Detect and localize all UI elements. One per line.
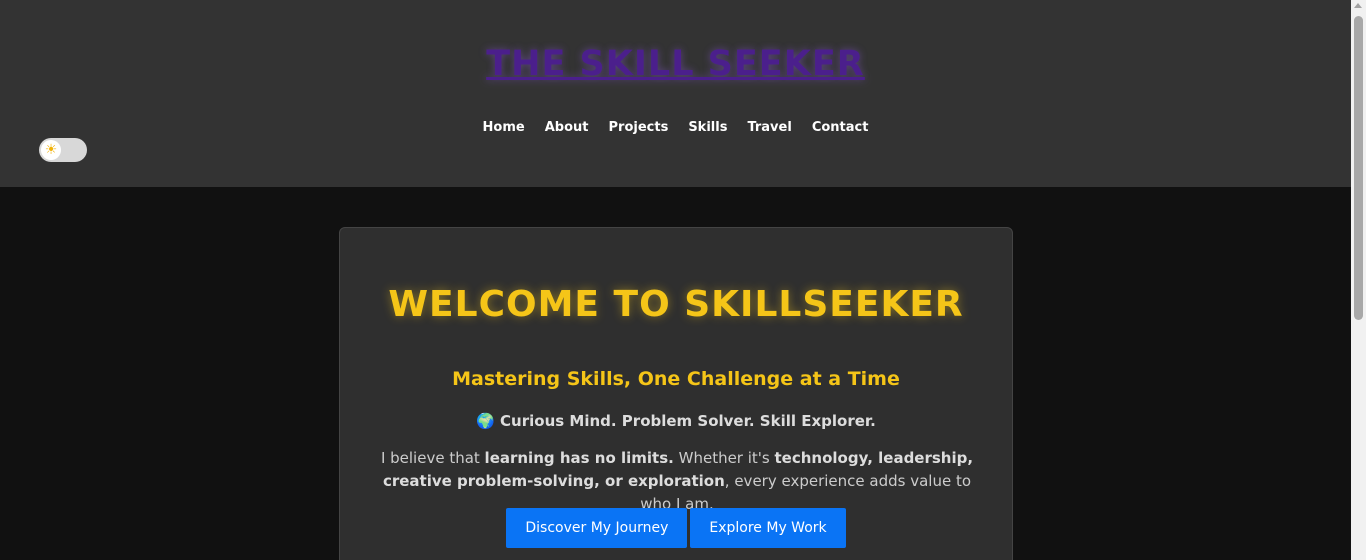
main-nav: Home About Projects Skills Travel Contac… [0, 120, 1351, 135]
hero-card: WELCOME TO SKILLSEEKER Mastering Skills,… [339, 227, 1013, 560]
hero-title: WELCOME TO SKILLSEEKER [388, 284, 964, 325]
nav-home[interactable]: Home [483, 120, 525, 135]
nav-projects[interactable]: Projects [609, 120, 669, 135]
hero-buttons: Discover My Journey Explore My Work [340, 508, 1012, 548]
sun-icon: ☀ [41, 140, 61, 160]
discover-journey-button[interactable]: Discover My Journey [506, 508, 688, 548]
nav-about[interactable]: About [545, 120, 589, 135]
nav-skills[interactable]: Skills [688, 120, 727, 135]
explore-work-button[interactable]: Explore My Work [690, 508, 846, 548]
site-title: THE SKILL SEEKER [0, 44, 1351, 84]
intro-highlight-1: learning has no limits. [484, 449, 674, 467]
page-scrollbar[interactable] [1351, 0, 1366, 560]
site-header: THE SKILL SEEKER Home About Projects Ski… [0, 0, 1351, 187]
hero-tagline: Mastering Skills, One Challenge at a Tim… [452, 368, 900, 390]
scroll-up-arrow-icon[interactable] [1354, 3, 1362, 8]
site-title-link[interactable]: THE SKILL SEEKER [486, 44, 864, 84]
theme-toggle[interactable]: ☀ [39, 138, 87, 162]
nav-contact[interactable]: Contact [812, 120, 869, 135]
scrollbar-thumb[interactable] [1354, 16, 1363, 320]
intro-text-1: I believe that [380, 449, 485, 467]
hero-motto: 🌍 Curious Mind. Problem Solver. Skill Ex… [476, 412, 876, 430]
hero-intro: I believe that learning has no limits. W… [380, 447, 974, 516]
intro-text-2: Whether it's [673, 449, 775, 467]
nav-travel[interactable]: Travel [747, 120, 791, 135]
